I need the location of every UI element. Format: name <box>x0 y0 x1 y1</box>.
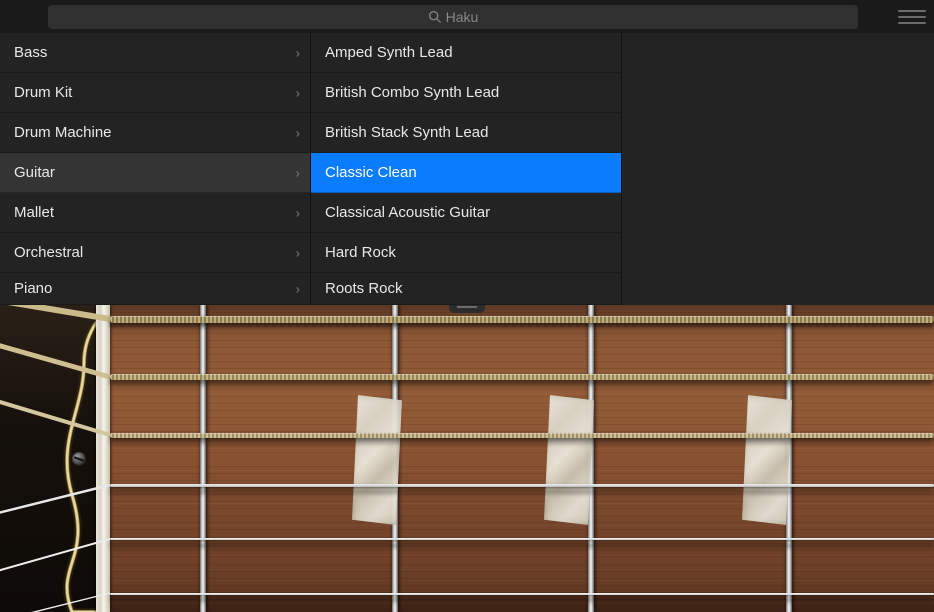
preset-label: Hard Rock <box>325 244 396 261</box>
category-label: Guitar <box>14 164 55 181</box>
chevron-right-icon: › <box>296 85 300 100</box>
preset-item-british-combo-synth-lead[interactable]: British Combo Synth Lead <box>311 73 621 113</box>
category-label: Piano <box>14 280 52 297</box>
category-item-piano[interactable]: Piano › <box>0 273 310 305</box>
chevron-right-icon: › <box>296 125 300 140</box>
preset-label: Amped Synth Lead <box>325 44 453 61</box>
category-label: Bass <box>14 44 47 61</box>
browser-column-3-empty <box>622 33 934 307</box>
search-placeholder: Haku <box>446 9 479 25</box>
preset-label: British Combo Synth Lead <box>325 84 499 101</box>
category-item-orchestral[interactable]: Orchestral › <box>0 233 310 273</box>
preset-item-roots-rock[interactable]: Roots Rock <box>311 273 621 305</box>
panel-drag-handle[interactable] <box>449 305 485 313</box>
guitar-neck[interactable] <box>110 305 934 612</box>
chevron-right-icon: › <box>296 165 300 180</box>
menu-icon[interactable] <box>898 7 926 27</box>
search-icon <box>428 10 441 23</box>
search-field[interactable]: Haku <box>48 5 858 29</box>
preset-item-classical-acoustic-guitar[interactable]: Classical Acoustic Guitar <box>311 193 621 233</box>
sound-browser: Bass›Drum Kit›Drum Machine›Guitar›Mallet… <box>0 33 622 305</box>
chevron-right-icon: › <box>296 45 300 60</box>
preset-label: Roots Rock <box>325 280 403 297</box>
category-label: Mallet <box>14 204 54 221</box>
category-label: Orchestral <box>14 244 83 261</box>
category-item-bass[interactable]: Bass › <box>0 33 310 73</box>
preset-item-hard-rock[interactable]: Hard Rock <box>311 233 621 273</box>
category-item-drum-machine[interactable]: Drum Machine › <box>0 113 310 153</box>
preset-label: British Stack Synth Lead <box>325 124 488 141</box>
category-item-guitar[interactable]: Guitar › <box>0 153 310 193</box>
category-label: Drum Machine <box>14 124 112 141</box>
category-item-drum-kit[interactable]: Drum Kit › <box>0 73 310 113</box>
strings-layer[interactable] <box>110 305 934 612</box>
preset-item-classic-clean[interactable]: Classic Clean <box>311 153 621 193</box>
category-label: Drum Kit <box>14 84 72 101</box>
preset-label: Classic Clean <box>325 164 417 181</box>
app-root: Haku Bass›Drum Kit›Drum Machine›Guitar›M… <box>0 0 934 612</box>
category-column: Bass›Drum Kit›Drum Machine›Guitar›Mallet… <box>0 33 311 305</box>
preset-label: Classical Acoustic Guitar <box>325 204 490 221</box>
preset-item-amped-synth-lead[interactable]: Amped Synth Lead <box>311 33 621 73</box>
guitar-fretboard[interactable] <box>0 305 934 612</box>
preset-item-british-stack-synth-lead[interactable]: British Stack Synth Lead <box>311 113 621 153</box>
chevron-right-icon: › <box>296 245 300 260</box>
guitar-headstock <box>0 305 110 612</box>
chevron-right-icon: › <box>296 281 300 296</box>
headstock-strings <box>0 305 110 612</box>
top-bar: Haku <box>0 0 934 33</box>
preset-column: Amped Synth Lead British Combo Synth Lead… <box>311 33 622 305</box>
category-item-mallet[interactable]: Mallet › <box>0 193 310 233</box>
chevron-right-icon: › <box>296 205 300 220</box>
